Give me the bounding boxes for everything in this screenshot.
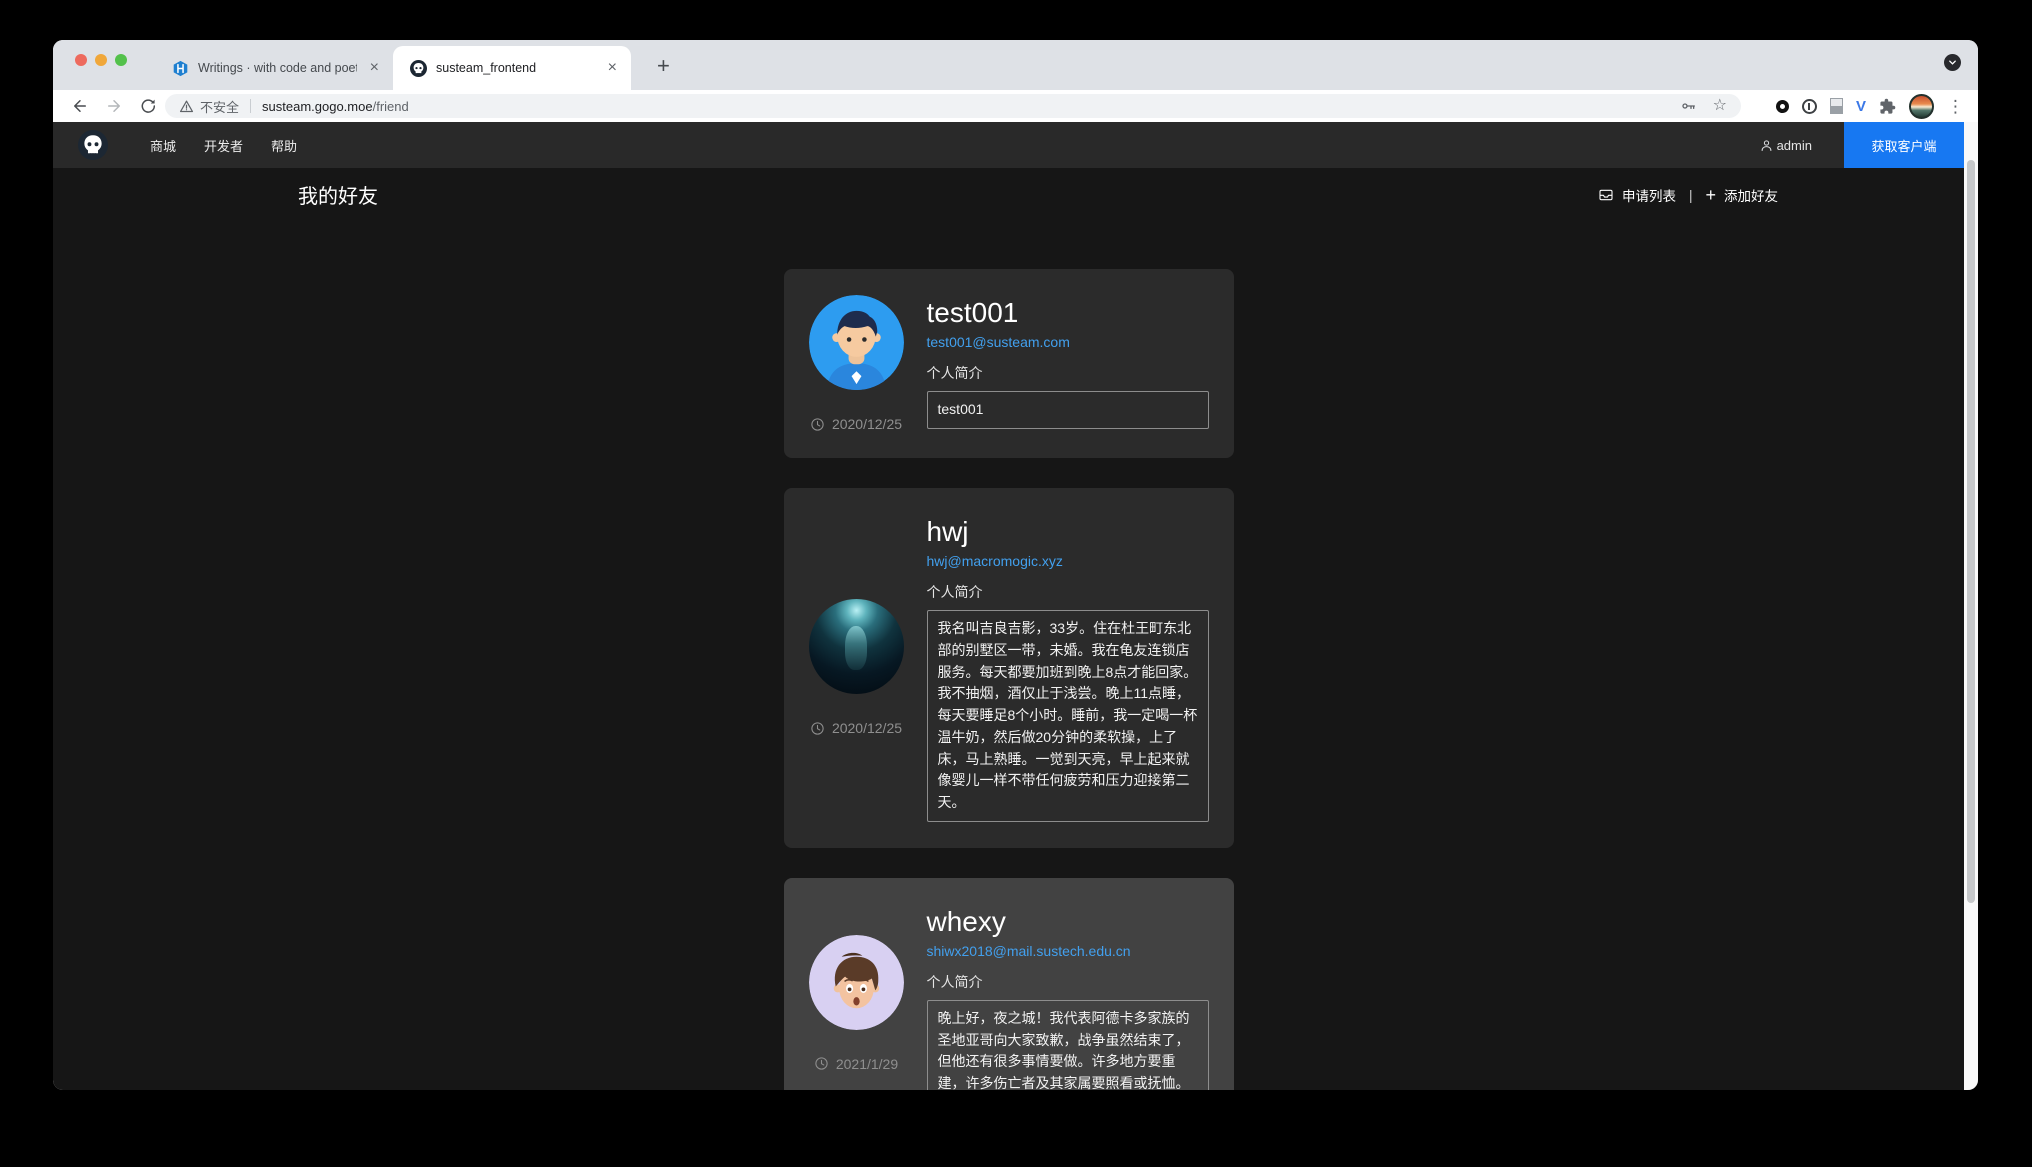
- forward-button[interactable]: [105, 97, 123, 115]
- nav-link-developer[interactable]: 开发者: [204, 136, 243, 155]
- friend-avatar: [809, 935, 904, 1030]
- zoom-window-button[interactable]: [115, 54, 127, 66]
- friend-email-link[interactable]: shiwx2018@mail.sustech.edu.cn: [927, 943, 1209, 959]
- friend-name: hwj: [927, 514, 1209, 550]
- url-host: susteam.gogo.moe: [262, 99, 373, 114]
- tab-susteam-frontend[interactable]: susteam_frontend ×: [393, 46, 631, 90]
- adblock-extension-icon[interactable]: [1776, 100, 1789, 113]
- friend-card-whexy[interactable]: 2021/1/29 whexy shiwx2018@mail.sustech.e…: [784, 878, 1234, 1090]
- bio-box[interactable]: test001: [927, 391, 1209, 429]
- clock-icon: [810, 721, 825, 736]
- toolbar-extensions: V ⋮: [1776, 90, 1964, 122]
- reader-extension-icon[interactable]: [1830, 98, 1843, 114]
- security-label[interactable]: 不安全: [200, 97, 239, 116]
- bio-box[interactable]: 晚上好，夜之城！我代表阿德卡多家族的圣地亚哥向大家致歉，战争虽然结束了，但他还有…: [927, 1000, 1209, 1090]
- browser-profile-avatar[interactable]: [1909, 94, 1934, 119]
- page-title: 我的好友: [298, 180, 378, 209]
- inbox-icon: [1598, 187, 1614, 203]
- bookmark-star-icon[interactable]: ☆: [1713, 98, 1727, 114]
- chevron-down-icon: [1947, 57, 1958, 68]
- close-tab-icon[interactable]: ×: [366, 60, 383, 76]
- nav-link-store[interactable]: 商城: [150, 136, 176, 155]
- susteam-favicon-icon: [410, 60, 427, 77]
- friend-since: 2020/12/25: [810, 416, 902, 432]
- minimize-window-button[interactable]: [95, 54, 107, 66]
- susteam-logo-icon[interactable]: [78, 130, 108, 160]
- friend-since: 2020/12/25: [810, 720, 902, 736]
- webpage-viewport: 商城 开发者 帮助 admin 获取客户端 我的好友: [53, 122, 1978, 1090]
- browser-window: Writings · with code and poetry × sustea…: [53, 40, 1978, 1090]
- plus-icon: +: [1705, 186, 1716, 204]
- friend-date: 2020/12/25: [832, 416, 902, 432]
- close-window-button[interactable]: [75, 54, 87, 66]
- clock-icon: [810, 417, 825, 432]
- friend-date: 2021/1/29: [836, 1056, 898, 1072]
- friend-name: test001: [927, 295, 1209, 331]
- browser-toolbar: 不安全 susteam.gogo.moe/friend ☆ V ⋮: [53, 90, 1978, 122]
- get-client-button[interactable]: 获取客户端: [1844, 122, 1964, 168]
- friends-page: 我的好友 申请列表 | + 添加好友: [53, 168, 1964, 1090]
- hexo-favicon-icon: [172, 60, 189, 77]
- friend-card-hwj[interactable]: 2020/12/25 hwj hwj@macromogic.xyz 个人简介 我…: [784, 488, 1234, 848]
- friend-date: 2020/12/25: [832, 720, 902, 736]
- bio-label: 个人简介: [927, 363, 1209, 383]
- person-icon: [1759, 138, 1774, 153]
- new-tab-button[interactable]: +: [653, 51, 674, 81]
- friend-card-test001[interactable]: 2020/12/25 test001 test001@susteam.com 个…: [784, 269, 1234, 458]
- site-navbar: 商城 开发者 帮助 admin 获取客户端: [53, 122, 1964, 168]
- add-friend-button[interactable]: + 添加好友: [1705, 185, 1778, 205]
- friend-name: whexy: [927, 904, 1209, 940]
- password-key-icon[interactable]: [1681, 98, 1697, 114]
- close-tab-icon[interactable]: ×: [604, 60, 621, 76]
- page-scrollbar[interactable]: [1964, 122, 1978, 1090]
- request-list-button[interactable]: 申请列表: [1598, 185, 1676, 205]
- tab-title: Writings · with code and poetry: [198, 61, 357, 75]
- actions-divider: |: [1689, 188, 1693, 203]
- bio-box[interactable]: 我名叫吉良吉影，33岁。住在杜王町东北部的别墅区一带，未婚。我在龟友连锁店服务。…: [927, 610, 1209, 821]
- tab-title: susteam_frontend: [436, 61, 595, 75]
- nav-link-help[interactable]: 帮助: [271, 136, 297, 155]
- extensions-puzzle-icon[interactable]: [1879, 98, 1896, 115]
- tab-strip: Writings · with code and poetry × sustea…: [53, 40, 1978, 90]
- bio-label: 个人简介: [927, 582, 1209, 602]
- friend-list: 2020/12/25 test001 test001@susteam.com 个…: [784, 269, 1234, 1090]
- friend-avatar: [809, 599, 904, 694]
- tab-writings[interactable]: Writings · with code and poetry ×: [155, 46, 393, 90]
- friend-avatar: [809, 295, 904, 390]
- url-path: /friend: [373, 99, 409, 114]
- address-divider: [250, 99, 251, 113]
- back-button[interactable]: [71, 97, 89, 115]
- friend-email-link[interactable]: hwj@macromogic.xyz: [927, 553, 1209, 569]
- bio-label: 个人简介: [927, 972, 1209, 992]
- username: admin: [1777, 138, 1812, 153]
- reload-button[interactable]: [139, 97, 157, 115]
- info-extension-icon[interactable]: [1802, 99, 1817, 114]
- security-warning-icon[interactable]: [179, 99, 194, 114]
- friend-since: 2021/1/29: [814, 1056, 898, 1072]
- address-bar[interactable]: 不安全 susteam.gogo.moe/friend ☆: [165, 94, 1741, 118]
- add-friend-label: 添加好友: [1724, 185, 1778, 205]
- tab-search-button[interactable]: [1944, 54, 1961, 71]
- browser-menu-icon[interactable]: ⋮: [1947, 98, 1964, 115]
- clock-icon: [814, 1056, 829, 1071]
- friend-email-link[interactable]: test001@susteam.com: [927, 334, 1209, 350]
- traffic-lights: [75, 54, 127, 66]
- request-list-label: 申请列表: [1622, 185, 1676, 205]
- vimium-extension-icon[interactable]: V: [1856, 98, 1866, 115]
- user-menu[interactable]: admin: [1759, 138, 1812, 153]
- scrollbar-thumb[interactable]: [1967, 160, 1975, 903]
